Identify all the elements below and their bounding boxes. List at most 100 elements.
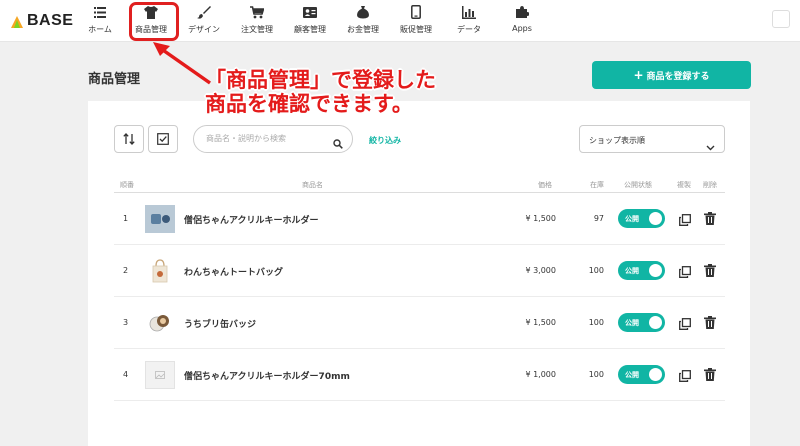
- badge-thumb[interactable]: [145, 309, 175, 337]
- nav-item-promotion[interactable]: 販促管理: [394, 0, 438, 42]
- row-number: 2: [123, 266, 129, 275]
- product-price: ¥ 3,000: [525, 266, 556, 275]
- placeholder-thumb[interactable]: [145, 361, 175, 389]
- row-number: 3: [123, 318, 129, 327]
- phone-icon: [409, 5, 423, 19]
- toggle-knob: [649, 264, 662, 277]
- cart-icon: [250, 5, 264, 19]
- money-bag-icon: [356, 5, 370, 19]
- annotation-line-1: 「商品管理」で登録した: [205, 68, 436, 92]
- nav-item-orders[interactable]: 注文管理: [235, 0, 279, 42]
- copy-icon[interactable]: [679, 263, 691, 282]
- product-name[interactable]: 僧侶ちゃんアクリルキーホルダー: [184, 213, 319, 226]
- brush-icon: [197, 5, 211, 19]
- list-icon: [93, 5, 107, 19]
- column-header-copy: 複製: [677, 181, 691, 189]
- publish-toggle-label: 公開: [625, 215, 639, 223]
- product-search: [193, 125, 353, 153]
- nav-label: 注文管理: [241, 25, 273, 34]
- publish-toggle-label: 公開: [625, 371, 639, 379]
- column-header-name: 商品名: [302, 181, 323, 189]
- product-stock: 100: [588, 318, 604, 327]
- nav-item-data[interactable]: データ: [447, 0, 491, 42]
- product-name[interactable]: 僧侶ちゃんアクリルキーホルダー70mm: [184, 369, 350, 382]
- copy-icon[interactable]: [679, 315, 691, 334]
- register-product-button[interactable]: + 商品を登録する: [592, 61, 751, 89]
- keychain-thumb[interactable]: [145, 205, 175, 233]
- nav-label: Apps: [512, 24, 532, 33]
- customer-icon: [303, 5, 317, 19]
- nav-item-apps[interactable]: Apps: [500, 0, 544, 42]
- top-navigation: BASE ホーム 商品管理 デザイン 注文管理 顧客管理 お金管理 販促管理 デ…: [0, 0, 800, 42]
- product-stock: 100: [588, 266, 604, 275]
- brand-name: BASE: [27, 12, 74, 29]
- checkbox-icon: [157, 130, 169, 149]
- column-header-stock: 在庫: [590, 181, 604, 189]
- row-number: 1: [123, 214, 129, 223]
- trash-icon[interactable]: [704, 210, 716, 229]
- nav-label: デザイン: [188, 25, 220, 34]
- toggle-knob: [649, 212, 662, 225]
- nav-label: 販促管理: [400, 25, 432, 34]
- product-stock: 97: [593, 214, 604, 223]
- copy-icon[interactable]: [679, 211, 691, 230]
- publish-toggle[interactable]: 公開: [618, 261, 665, 280]
- publish-toggle[interactable]: 公開: [618, 365, 665, 384]
- table-row[interactable]: 2 わんちゃんトートバッグ ¥ 3,000 100 公開: [114, 245, 725, 297]
- search-input[interactable]: [206, 134, 326, 143]
- column-header-status: 公開状態: [624, 181, 652, 189]
- publish-toggle-label: 公開: [625, 319, 639, 327]
- product-price: ¥ 1,500: [525, 214, 556, 223]
- sort-select[interactable]: ショップ表示順: [579, 125, 725, 153]
- nav-item-money[interactable]: お金管理: [341, 0, 385, 42]
- nav-label: データ: [457, 25, 481, 34]
- column-header-price: 価格: [538, 181, 552, 189]
- product-stock: 100: [588, 370, 604, 379]
- product-price: ¥ 1,500: [525, 318, 556, 327]
- table-row[interactable]: 1 僧侶ちゃんアクリルキーホルダー ¥ 1,500 97 公開: [114, 193, 725, 245]
- annotation-line-2: 商品を確認できます。: [205, 92, 413, 116]
- plus-icon: +: [633, 68, 644, 82]
- bar-chart-icon: [462, 5, 476, 19]
- trash-icon[interactable]: [704, 366, 716, 385]
- table-row[interactable]: 3 うちブリ缶バッジ ¥ 1,500 100 公開: [114, 297, 725, 349]
- product-name[interactable]: うちブリ缶バッジ: [184, 317, 256, 330]
- search-icon[interactable]: [333, 134, 343, 153]
- annotation-callout: 「商品管理」で登録した 商品を確認できます。: [205, 68, 465, 116]
- publish-toggle[interactable]: 公開: [618, 209, 665, 228]
- trash-icon[interactable]: [704, 262, 716, 281]
- publish-toggle[interactable]: 公開: [618, 313, 665, 332]
- product-price: ¥ 1,000: [525, 370, 556, 379]
- nav-label: お金管理: [347, 25, 379, 34]
- product-list-card: 絞り込み ショップ表示順 順番 商品名 価格 在庫 公開状態 複製 削除 1 僧…: [88, 101, 750, 446]
- account-menu-button[interactable]: [772, 10, 790, 28]
- row-number: 4: [123, 370, 129, 379]
- nav-item-design[interactable]: デザイン: [182, 0, 226, 42]
- toggle-knob: [649, 316, 662, 329]
- register-product-label: 商品を登録する: [646, 71, 710, 82]
- nav-item-customers[interactable]: 顧客管理: [288, 0, 332, 42]
- nav-label: ホーム: [88, 25, 112, 34]
- nav-item-home[interactable]: ホーム: [78, 0, 122, 42]
- highlight-box: [129, 2, 179, 41]
- sort-order-button[interactable]: [114, 125, 144, 153]
- toggle-knob: [649, 368, 662, 381]
- bulk-select-button[interactable]: [148, 125, 178, 153]
- page-title: 商品管理: [88, 72, 141, 87]
- tent-logo-icon: [10, 14, 24, 28]
- filter-link[interactable]: 絞り込み: [369, 135, 401, 146]
- chevron-down-icon: [706, 136, 715, 155]
- sort-select-value: ショップ表示順: [589, 136, 645, 145]
- nav-label: 顧客管理: [294, 25, 326, 34]
- sort-arrows-icon: [123, 130, 135, 149]
- table-row[interactable]: 4 僧侶ちゃんアクリルキーホルダー70mm ¥ 1,000 100 公開: [114, 349, 725, 401]
- copy-icon[interactable]: [679, 367, 691, 386]
- tote-bag-thumb[interactable]: [145, 257, 175, 285]
- column-header-delete: 削除: [703, 181, 717, 189]
- base-logo[interactable]: BASE: [10, 12, 73, 30]
- column-header-num: 順番: [120, 181, 134, 189]
- publish-toggle-label: 公開: [625, 267, 639, 275]
- puzzle-icon: [515, 5, 529, 19]
- trash-icon[interactable]: [704, 314, 716, 333]
- product-name[interactable]: わんちゃんトートバッグ: [184, 265, 283, 278]
